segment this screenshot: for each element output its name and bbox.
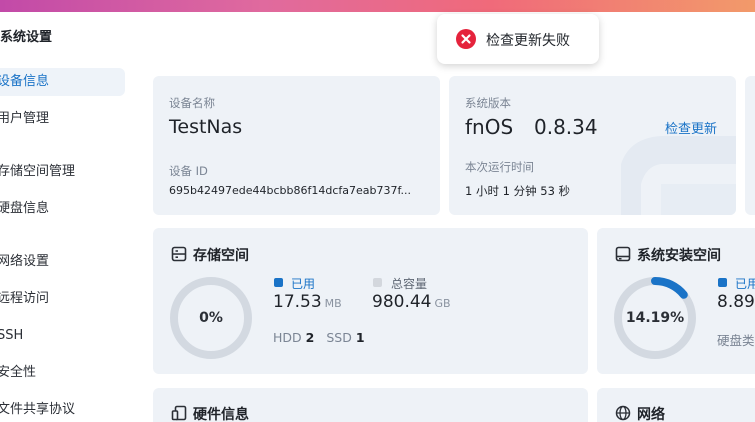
error-toast: 检查更新失败: [437, 14, 599, 64]
sidebar-item-ssh[interactable]: SSH: [0, 322, 26, 350]
storage-title: 存储空间: [193, 248, 249, 264]
sidebar-item-label: 远程访问: [0, 291, 50, 306]
total-value: 980.44 GB: [372, 292, 451, 312]
uptime-value: 1 小时 1 分钟 53 秒: [465, 184, 571, 198]
check-update-link[interactable]: 检查更新: [665, 118, 717, 137]
ssd-label: SSD: [326, 330, 352, 345]
window-title: 系统设置: [0, 30, 53, 45]
system-version-card: 系统版本 fnOS 0.8.34 检查更新 本次运行时间 1 小时 1 分钟 5…: [449, 76, 736, 215]
third-info-card: [745, 76, 755, 215]
system-disk-used-value: 8.89: [717, 292, 755, 312]
total-unit: GB: [434, 297, 451, 310]
hardware-icon: [171, 405, 187, 421]
sidebar-item-remote-access[interactable]: 远程访问: [0, 285, 52, 313]
sidebar-item-disks[interactable]: 硬盘信息: [0, 195, 52, 223]
system-disk-used-swatch: [718, 278, 727, 287]
storage-icon: [171, 246, 187, 262]
fnos-watermark-icon: [621, 135, 736, 215]
hardware-card: 硬件信息: [153, 388, 588, 422]
sidebar-item-label: 文件共享协议: [0, 402, 76, 417]
storage-card: 存储空间 0% 已用 17.53 MB 总容量 980.44 GB HDD 2 SS…: [153, 228, 588, 374]
sidebar-item-security[interactable]: 安全性: [0, 359, 39, 387]
globe-icon: [615, 405, 631, 421]
sidebar: 设备信息 用户管理 存储空间管理 硬盘信息 网络设置 远程访问 SSH 安全性 …: [0, 56, 132, 422]
hdd-label: HDD: [273, 330, 302, 345]
used-legend-swatch: [274, 278, 283, 287]
total-legend-swatch: [373, 278, 382, 287]
system-version-name: fnOS: [465, 115, 514, 139]
used-label: 已用: [291, 277, 316, 291]
device-id-label: 设备 ID: [169, 164, 208, 178]
sidebar-item-network[interactable]: 网络设置: [0, 248, 52, 276]
sidebar-item-file-sharing[interactable]: 文件共享协议: [0, 396, 78, 422]
ssd-count: 1: [355, 330, 365, 345]
system-disk-used-label: 已用: [735, 277, 755, 291]
system-disk-title: 系统安装空间: [637, 248, 721, 264]
used-number: 17.53: [273, 292, 322, 312]
error-icon: [456, 29, 476, 49]
hardware-title: 硬件信息: [193, 407, 249, 422]
sidebar-item-label: SSH: [0, 328, 24, 343]
sidebar-item-device-info[interactable]: 设备信息: [0, 68, 125, 96]
sidebar-item-label: 硬盘信息: [0, 201, 50, 216]
sidebar-item-storage[interactable]: 存储空间管理: [0, 158, 78, 186]
device-id: 695b42497ede44bcbb86f14dcfa7eab737f...: [169, 184, 412, 197]
used-value: 17.53 MB: [273, 292, 342, 312]
storage-percent: 0%: [199, 310, 223, 326]
network-card: 网络: [597, 388, 755, 422]
used-unit: MB: [324, 297, 342, 310]
toast-message: 检查更新失败: [486, 33, 570, 49]
system-disk-percent: 14.19%: [625, 310, 685, 326]
device-name-label: 设备名称: [169, 96, 215, 110]
sidebar-item-label: 用户管理: [0, 111, 50, 126]
network-title: 网络: [637, 407, 665, 422]
hdd-count: 2: [305, 330, 315, 345]
main-content: 设备名称 TestNas 设备 ID 695b42497ede44bcbb86f…: [133, 56, 755, 422]
system-disk-icon: [615, 246, 631, 262]
system-disk-card: 系统安装空间 14.19% 已用 8.89 硬盘类: [597, 228, 755, 374]
disk-counts: HDD 2 SSD 1: [273, 330, 373, 345]
system-version-label: 系统版本: [465, 96, 511, 110]
system-version-number: 0.8.34: [534, 115, 598, 139]
sidebar-item-users[interactable]: 用户管理: [0, 105, 52, 133]
sidebar-item-label: 存储空间管理: [0, 164, 76, 179]
sidebar-item-label: 设备信息: [0, 74, 50, 89]
window-top-gradient: [0, 0, 755, 12]
total-number: 980.44: [372, 292, 432, 312]
system-disk-type-label: 硬盘类: [717, 333, 755, 348]
device-card: 设备名称 TestNas 设备 ID 695b42497ede44bcbb86f…: [153, 76, 440, 215]
uptime-label: 本次运行时间: [465, 160, 534, 174]
device-name: TestNas: [169, 116, 243, 138]
sidebar-item-label: 网络设置: [0, 254, 50, 269]
sidebar-item-label: 安全性: [0, 365, 37, 380]
total-label: 总容量: [391, 277, 428, 291]
